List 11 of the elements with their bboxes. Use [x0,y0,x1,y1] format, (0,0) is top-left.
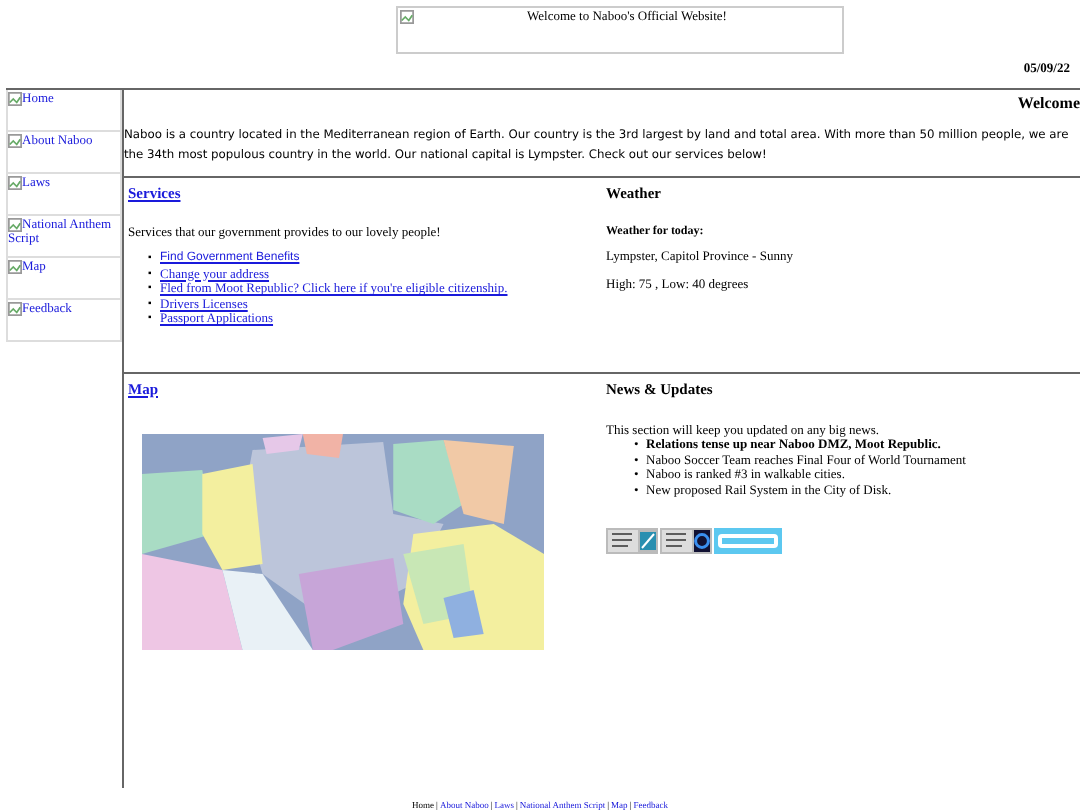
broken-image-icon [8,218,22,232]
broken-image-icon [8,134,22,148]
broken-image-icon [8,92,22,106]
broken-image-icon [400,10,414,24]
broken-image-icon [8,302,22,316]
welcome-heading: Welcome [1017,92,1080,116]
broken-image-icon [8,176,22,190]
browser-badge-icon [660,528,712,554]
notepad-badge-icon [606,528,658,554]
broken-image-icon [8,260,22,274]
bird-badge-icon [714,528,782,554]
